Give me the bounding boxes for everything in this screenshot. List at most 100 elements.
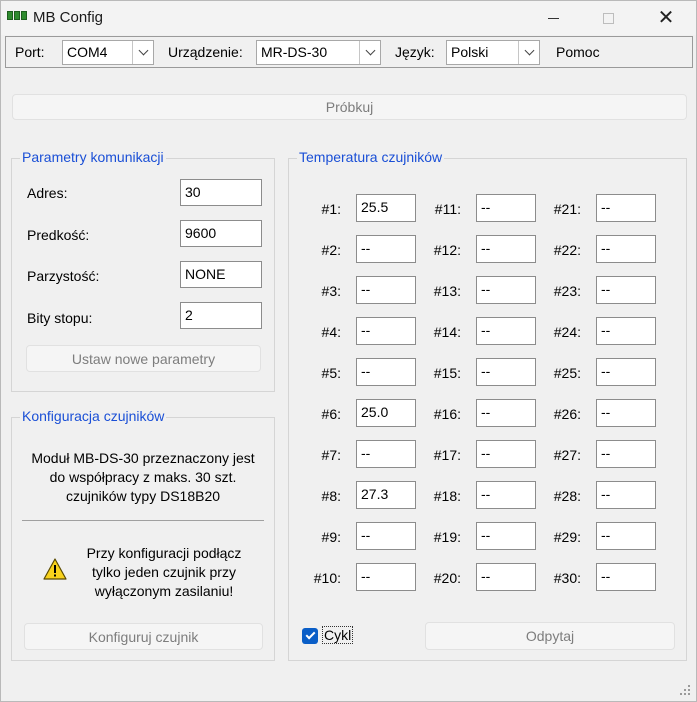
sensor-temp-field-1[interactable]: 25.5 [356, 194, 416, 222]
sensor-temp-field-9[interactable]: -- [356, 522, 416, 550]
sensor-temp-field-7[interactable]: -- [356, 440, 416, 468]
device-dropdown-button[interactable] [359, 41, 380, 64]
language-select[interactable]: Polski [446, 40, 540, 65]
sensor-temp-field-11[interactable]: -- [476, 194, 536, 222]
minimize-icon [547, 17, 559, 19]
sensor-label-2: #2: [321, 242, 341, 258]
cycle-label[interactable]: Cykl [321, 626, 354, 644]
language-label: Język: [395, 44, 435, 60]
section-divider [22, 520, 264, 521]
sensor-label-20: #20: [433, 570, 461, 586]
sensor-temp-field-2[interactable]: -- [356, 235, 416, 263]
sensor-temp-field-12[interactable]: -- [476, 235, 536, 263]
sensor-label-27: #27: [553, 447, 581, 463]
sensor-temp-field-14[interactable]: -- [476, 317, 536, 345]
check-icon [305, 629, 315, 640]
sensor-label-24: #24: [553, 324, 581, 340]
module-info-line: do współpracy z maks. 30 szt. [49, 469, 237, 485]
comm-params-title: Parametry komunikacji [20, 149, 166, 165]
stopbits-input[interactable]: 2 [180, 302, 262, 329]
sensor-temp-field-20[interactable]: -- [476, 563, 536, 591]
sensor-label-29: #29: [553, 529, 581, 545]
chevron-down-icon [138, 45, 148, 56]
warning-line: Przy konfiguracji podłącz [86, 545, 242, 561]
sensor-temp-field-25[interactable]: -- [596, 358, 656, 386]
app-logo-icon [7, 11, 27, 21]
port-dropdown-button[interactable] [132, 41, 153, 64]
sensor-label-6: #6: [321, 406, 341, 422]
sensor-temp-field-24[interactable]: -- [596, 317, 656, 345]
speed-label: Predkość: [27, 227, 90, 243]
sensor-label-7: #7: [321, 447, 341, 463]
sensor-label-26: #26: [553, 406, 581, 422]
sensor-temp-field-19[interactable]: -- [476, 522, 536, 550]
sensor-temp-field-15[interactable]: -- [476, 358, 536, 386]
sensor-label-3: #3: [321, 283, 341, 299]
temperature-title: Temperatura czujników [297, 149, 445, 165]
module-info-line: czujników typy DS18B20 [65, 488, 221, 504]
sensor-temp-field-13[interactable]: -- [476, 276, 536, 304]
sensor-temp-field-21[interactable]: -- [596, 194, 656, 222]
warning-line: wyłączonym zasilaniu! [94, 583, 234, 599]
address-input[interactable]: 30 [180, 179, 262, 206]
sensor-temp-field-10[interactable]: -- [356, 563, 416, 591]
window-title: MB Config [33, 9, 104, 26]
sensor-config-group: Konfiguracja czujników Moduł MB-DS-30 pr… [11, 408, 275, 661]
query-button[interactable]: Odpytaj [425, 622, 675, 650]
sensor-temp-field-18[interactable]: -- [476, 481, 536, 509]
cycle-checkbox[interactable] [302, 628, 318, 644]
minimize-button[interactable] [530, 1, 576, 35]
sensor-label-13: #13: [433, 283, 461, 299]
configure-sensor-button[interactable]: Konfiguruj czujnik [24, 623, 263, 650]
app-window: MB Config ✕ Port: COM4 Urządzenie: MR-DS… [0, 0, 697, 702]
parity-label: Parzystość: [27, 268, 100, 284]
sensor-temp-field-30[interactable]: -- [596, 563, 656, 591]
sensor-temp-field-3[interactable]: -- [356, 276, 416, 304]
sensor-label-19: #19: [433, 529, 461, 545]
speed-input[interactable]: 9600 [180, 220, 262, 247]
port-select[interactable]: COM4 [62, 40, 154, 65]
sensor-temp-field-29[interactable]: -- [596, 522, 656, 550]
warning-text: Przy konfiguracji podłącz tylko jeden cz… [64, 544, 264, 601]
sensor-label-28: #28: [553, 488, 581, 504]
sensor-label-22: #22: [553, 242, 581, 258]
temperature-group: Temperatura czujników #1: 25.5 #2: -- #3: -- #… [288, 149, 687, 661]
sensor-temp-field-22[interactable]: -- [596, 235, 656, 263]
probe-button[interactable]: Próbkuj [12, 94, 687, 120]
sensor-temp-field-8[interactable]: 27.3 [356, 481, 416, 509]
sensor-label-23: #23: [553, 283, 581, 299]
sensor-temp-field-6[interactable]: 25.0 [356, 399, 416, 427]
sensor-label-15: #15: [433, 365, 461, 381]
comm-params-group: Parametry komunikacji Adres: 30 Predkość… [11, 149, 275, 392]
parity-input[interactable]: NONE [180, 261, 262, 288]
sensor-label-14: #14: [433, 324, 461, 340]
sensor-temp-field-4[interactable]: -- [356, 317, 416, 345]
sensor-temp-field-23[interactable]: -- [596, 276, 656, 304]
module-info-line: Moduł MB-DS-30 przeznaczony jest [31, 450, 255, 466]
sensor-temp-field-5[interactable]: -- [356, 358, 416, 386]
title-bar: MB Config ✕ [1, 1, 696, 35]
sensor-label-18: #18: [433, 488, 461, 504]
sensor-label-10: #10: [313, 570, 341, 586]
language-dropdown-button[interactable] [518, 41, 539, 64]
sensor-label-9: #9: [321, 529, 341, 545]
sensor-temp-field-26[interactable]: -- [596, 399, 656, 427]
sensor-temp-field-27[interactable]: -- [596, 440, 656, 468]
sensor-label-11: #11: [434, 201, 461, 217]
port-label: Port: [15, 44, 45, 60]
resize-grip-icon[interactable] [679, 685, 691, 697]
sensor-temp-field-17[interactable]: -- [476, 440, 536, 468]
close-button[interactable]: ✕ [643, 1, 689, 35]
sensor-temp-field-16[interactable]: -- [476, 399, 536, 427]
module-info-text: Moduł MB-DS-30 przeznaczony jest do wspó… [12, 449, 274, 506]
set-params-button[interactable]: Ustaw nowe parametry [26, 345, 261, 372]
sensor-label-25: #25: [553, 365, 581, 381]
sensor-temp-field-28[interactable]: -- [596, 481, 656, 509]
help-menu[interactable]: Pomoc [556, 44, 600, 60]
maximize-button[interactable] [585, 1, 631, 35]
close-icon: ✕ [657, 7, 675, 29]
sensor-label-21: #21: [553, 201, 581, 217]
sensor-label-12: #12: [433, 242, 461, 258]
device-select[interactable]: MR-DS-30 [256, 40, 381, 65]
sensor-label-16: #16: [433, 406, 461, 422]
